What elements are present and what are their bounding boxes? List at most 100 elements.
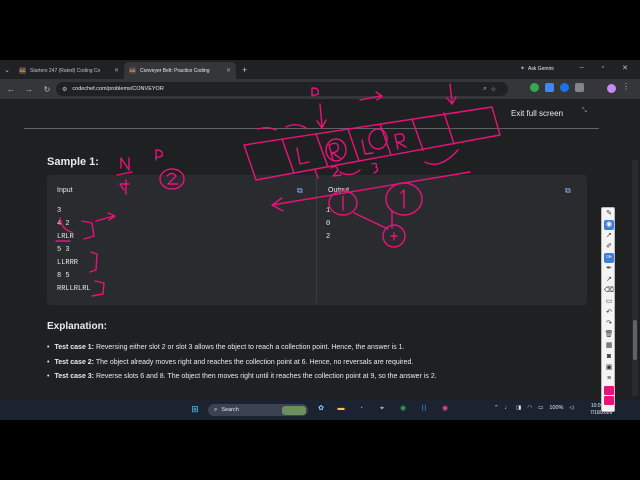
eye-icon[interactable]: ◉ (604, 220, 614, 230)
copy-input-icon[interactable]: ⧉ (297, 186, 303, 196)
input-line: RRLLRLRL (57, 285, 91, 293)
exit-fullscreen-label[interactable]: Exit full screen (511, 109, 563, 118)
extensions-puzzle-icon[interactable] (575, 83, 584, 92)
undo-icon[interactable]: ↶ (604, 308, 614, 318)
explanation-title: Explanation: (47, 321, 108, 332)
copy-output-icon[interactable]: ⧉ (565, 186, 571, 196)
ask-gemini-button[interactable]: ✦ Ask Gemini (520, 65, 554, 73)
exit-fullscreen-icon[interactable]: ⤡ (582, 108, 587, 115)
pencil-icon[interactable]: ✐ (604, 242, 614, 252)
input-line: 3 (57, 207, 62, 215)
chrome-canary-icon[interactable]: ◉ (440, 404, 450, 414)
close-window-icon[interactable]: ✕ (622, 64, 628, 72)
tab-conveyer-belt[interactable]: CC Conveyer Belt: Practice Coding ✕ (124, 62, 236, 79)
menu-kebab-icon[interactable]: ⋮ (622, 82, 630, 91)
input-line: 8 5 (57, 272, 70, 280)
gemini-sparkle-icon: ✦ (520, 66, 526, 72)
pen-tool-icon[interactable]: ✎ (604, 209, 614, 219)
tab-strip: ⌄ CC Starters 247 (Rated) Coding Co ✕ CC… (0, 60, 640, 79)
profile-avatar[interactable] (607, 84, 616, 93)
explanation-label: Test case 3: (54, 373, 95, 380)
scrollbar-track[interactable] (632, 160, 638, 396)
url-text: codechef.com/problems/CONVEYOR (72, 86, 164, 92)
widgets-icon[interactable]: ✿ (316, 404, 326, 414)
address-bar[interactable]: ⚙ codechef.com/problems/CONVEYOR ⌕ ☆ (56, 82, 508, 96)
board-icon[interactable]: ▦ (604, 341, 614, 351)
back-arrow-icon[interactable]: ← (2, 85, 20, 94)
bullet-icon: • (47, 373, 50, 380)
close-icon[interactable]: ✕ (114, 67, 119, 74)
edge-icon[interactable]: ◔ (356, 404, 366, 414)
tab-search-icon[interactable]: ⌄ (0, 66, 14, 74)
explanation-text: Reverse slots 6 and 8. The object then m… (94, 373, 437, 380)
maximize-icon[interactable]: ▫ (602, 64, 604, 72)
tab-title: Starters 247 (Rated) Coding Co (30, 67, 101, 74)
camera-icon[interactable]: ◨ (516, 405, 521, 411)
input-line: 5 3 (57, 246, 70, 254)
input-line: 4 2 (57, 220, 70, 228)
column-divider (316, 177, 317, 303)
tab-title: Conveyer Belt: Practice Coding (140, 67, 210, 74)
vscode-icon[interactable]: ⟨⟩ (419, 404, 429, 414)
wifi-icon[interactable]: ◠ (527, 405, 532, 411)
pointer-icon[interactable]: ➚ (604, 231, 614, 241)
extension-icon[interactable] (530, 83, 539, 92)
highlighter-icon[interactable]: ✑ (604, 253, 614, 263)
explanation-item: • Test case 3: Reverse slots 6 and 8. The… (47, 373, 437, 380)
save-icon[interactable]: ▣ (604, 363, 614, 373)
output-line: 1 (326, 207, 331, 215)
search-highlight-image (282, 405, 306, 415)
forward-arrow-icon[interactable]: → (20, 85, 38, 94)
site-info-icon[interactable]: ⚙ (62, 86, 67, 93)
arrow-tool-icon[interactable]: ↗ (604, 275, 614, 285)
sample-title: Sample 1: (47, 156, 99, 168)
extension-icon[interactable] (560, 83, 569, 92)
new-tab-plus-icon[interactable]: + (242, 65, 247, 75)
tab-starters[interactable]: CC Starters 247 (Rated) Coding Co ✕ (14, 62, 124, 79)
volume-icon[interactable]: ◁ (569, 405, 573, 411)
zoom-search-icon[interactable]: ⌕ (483, 86, 486, 93)
bookmark-star-icon[interactable]: ☆ (491, 86, 496, 93)
trash-icon[interactable]: 🗑 (604, 330, 614, 340)
explanation-text: Reversing either slot 2 or slot 3 allows… (94, 344, 405, 351)
windows-start-icon[interactable]: ⊞ (190, 404, 200, 414)
windows-taskbar: ⊞ ⌕ Search ✿ ▬ ◔ ⌖ ◉ ⟨⟩ ◉ ⌃ ♩ ◨ ◠ ▭ 100%… (0, 400, 640, 420)
close-icon[interactable]: ✕ (226, 67, 231, 74)
eraser-icon[interactable]: ⌫ (604, 286, 614, 296)
sample-io-box (47, 175, 587, 305)
marker-icon[interactable]: ✒ (604, 264, 614, 274)
extension-icon[interactable] (545, 83, 554, 92)
annotation-toolbar: ✎ ◉ ➚ ✐ ✑ ✒ ↗ ⌫ ▭ ↶ ↷ 🗑 ▦ ◙ ▣ ≡ (601, 207, 615, 412)
input-header: Input (57, 187, 73, 194)
minimize-icon[interactable]: – (580, 64, 584, 72)
explanation-item: • Test case 1: Reversing either slot 2 or… (47, 344, 405, 351)
scrollbar-thumb[interactable] (633, 320, 637, 360)
output-header: Output (328, 187, 350, 194)
divider (24, 128, 599, 129)
search-icon: ⌕ (214, 406, 218, 413)
window-controls: – ▫ ✕ (580, 64, 628, 72)
input-line: LLRRR (57, 259, 79, 267)
settings-icon[interactable]: ≡ (604, 374, 614, 384)
output-line: 2 (326, 233, 331, 241)
explanation-text: The object already moves right and reach… (94, 359, 414, 366)
camera-snap-icon[interactable]: ◙ (604, 352, 614, 362)
ask-gemini-label: Ask Gemini (528, 65, 554, 72)
taskbar-search[interactable]: ⌕ Search (208, 404, 308, 416)
output-line: 0 (326, 220, 331, 228)
battery-percent: 100% (549, 405, 564, 411)
redo-icon[interactable]: ↷ (604, 319, 614, 329)
reload-icon[interactable]: ↻ (38, 85, 56, 94)
explanation-label: Test case 2: (54, 359, 95, 366)
battery-icon[interactable]: ▭ (538, 405, 543, 411)
rectangle-tool-icon[interactable]: ▭ (604, 297, 614, 307)
mic-icon[interactable]: ♩ (505, 405, 511, 411)
maps-icon[interactable]: ⌖ (377, 404, 387, 414)
file-explorer-icon[interactable]: ▬ (336, 404, 346, 414)
pink-color-swatch[interactable] (604, 386, 614, 395)
chrome-icon[interactable]: ◉ (398, 404, 408, 414)
system-tray: ⌃ ♩ ◨ ◠ ▭ 100% ◁ (494, 405, 574, 411)
pink-color-swatch[interactable] (604, 396, 614, 405)
codechef-favicon-icon: CC (129, 67, 136, 74)
chevron-up-icon[interactable]: ⌃ (494, 405, 499, 411)
